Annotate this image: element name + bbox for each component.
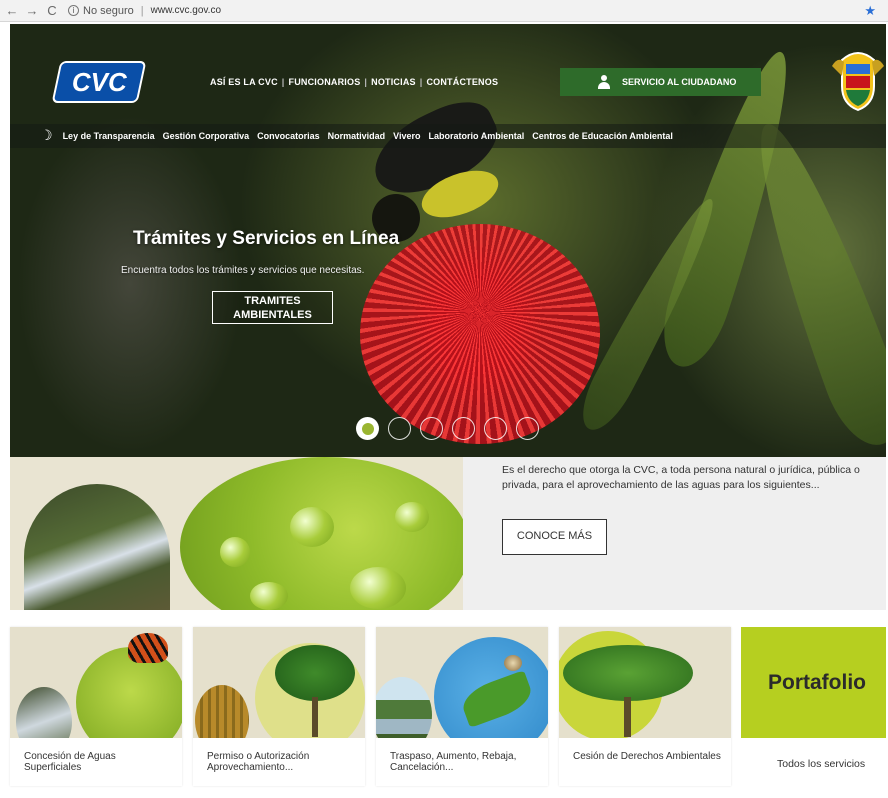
carousel-dot-4[interactable] [452, 417, 475, 440]
logo-text: CVC [71, 66, 127, 97]
hero-button-line2: AMBIENTALES [233, 309, 312, 321]
tree-icon [275, 645, 355, 701]
water-drop [350, 567, 406, 609]
portafolio-banner: Portafolio [741, 627, 886, 738]
services-cards: Concesión de Aguas Superficiales Permiso… [10, 627, 886, 786]
card-image [559, 627, 731, 738]
card-label: Permiso o Autorización Aprovechamiento..… [207, 751, 310, 773]
butterfly-leaf-thumb [76, 647, 182, 738]
hero-banner: CVC ASÍ ES LA CVC | FUNCIONARIOS | NOTIC… [10, 24, 886, 457]
nav-divider: | [281, 77, 285, 87]
card-label: Concesión de Aguas Superficiales [24, 751, 116, 773]
butterfly-icon [128, 633, 168, 663]
feature-image [10, 457, 463, 610]
info-icon[interactable]: i [68, 5, 79, 16]
subnav-normatividad[interactable]: Normatividad [328, 131, 386, 141]
moon-icon[interactable]: ☽ [40, 128, 53, 144]
conoce-mas-button[interactable]: CONOCE MÁS [502, 519, 607, 555]
portafolio-card[interactable]: Portafolio Todos los servicios [741, 627, 886, 786]
nav-contactenos[interactable]: CONTÁCTENOS [426, 77, 498, 87]
waterfall-image [24, 484, 170, 610]
flower-image [360, 224, 600, 444]
carousel-dot-6[interactable] [516, 417, 539, 440]
nav-funcionarios[interactable]: FUNCIONARIOS [289, 77, 361, 87]
water-drop [220, 537, 250, 567]
address-separator: | [140, 4, 144, 17]
todos-los-servicios-link[interactable]: Todos los servicios [777, 758, 865, 770]
tree-icon [563, 645, 693, 701]
portafolio-title: Portafolio [768, 671, 866, 694]
nav-divider: | [364, 77, 368, 87]
forward-button[interactable]: → [24, 3, 40, 18]
url-text[interactable]: www.cvc.gov.co [151, 5, 221, 16]
subnav-ley-transparencia[interactable]: Ley de Transparencia [63, 131, 155, 141]
card-image [193, 627, 365, 738]
tree-trunk [624, 697, 631, 737]
servicio-al-ciudadano-button[interactable]: SERVICIO AL CIUDADANO [560, 68, 761, 96]
browser-toolbar: ← → C i No seguro | www.cvc.gov.co ★ [0, 0, 888, 22]
subnav-centros-educacion[interactable]: Centros de Educación Ambiental [532, 131, 673, 141]
secondary-navigation: ☽ Ley de Transparencia Gestión Corporati… [10, 124, 886, 148]
carousel-dot-2[interactable] [388, 417, 411, 440]
subnav-laboratorio-ambiental[interactable]: Laboratorio Ambiental [429, 131, 525, 141]
card-concesion-aguas[interactable]: Concesión de Aguas Superficiales [10, 627, 182, 786]
servicio-label: SERVICIO AL CIUDADANO [622, 77, 737, 87]
water-drop [250, 582, 288, 610]
hero-button-line1: TRAMITES [244, 295, 301, 307]
feature-description: Es el derecho que otorga la CVC, a toda … [502, 464, 860, 491]
tramites-ambientales-button[interactable]: TRAMITES AMBIENTALES [212, 291, 333, 324]
hero-subtitle: Encuentra todos los trámites y servicios… [121, 265, 365, 276]
subnav-vivero[interactable]: Vivero [393, 131, 420, 141]
card-label: Cesión de Derechos Ambientales [573, 751, 721, 762]
card-image [376, 627, 548, 738]
subnav-convocatorias[interactable]: Convocatorias [257, 131, 320, 141]
tree-trunk [312, 697, 318, 737]
card-cesion-derechos[interactable]: Cesión de Derechos Ambientales [559, 627, 731, 786]
card-traspaso-aumento[interactable]: Traspaso, Aumento, Rebaja, Cancelación..… [376, 627, 548, 786]
card-label: Traspaso, Aumento, Rebaja, Cancelación..… [390, 751, 517, 773]
carousel-dot-5[interactable] [484, 417, 507, 440]
feature-section: Es el derecho que otorga la CVC, a toda … [10, 457, 886, 610]
back-button[interactable]: ← [4, 3, 20, 18]
nav-noticias[interactable]: NOTICIAS [371, 77, 416, 87]
cvc-logo[interactable]: CVC [51, 61, 147, 103]
bamboo-thumb [195, 685, 249, 738]
card-image [10, 627, 182, 738]
user-icon [598, 75, 610, 89]
snail-icon [504, 655, 522, 671]
hero-title: Trámites y Servicios en Línea [133, 228, 400, 249]
waterfall-thumb [16, 687, 72, 738]
carousel-dot-3[interactable] [420, 417, 443, 440]
carousel-indicators [356, 417, 539, 440]
water-drop [395, 502, 429, 532]
subnav-gestion-corporativa[interactable]: Gestión Corporativa [163, 131, 250, 141]
top-navigation: ASÍ ES LA CVC | FUNCIONARIOS | NOTICIAS … [210, 77, 498, 87]
reload-button[interactable]: C [44, 3, 60, 18]
address-bar[interactable]: i No seguro | www.cvc.gov.co [68, 5, 221, 17]
nav-divider: | [419, 77, 423, 87]
water-drops-image [180, 457, 463, 610]
nav-asi-es-la-cvc[interactable]: ASÍ ES LA CVC [210, 77, 278, 87]
water-drop [290, 507, 334, 547]
security-label: No seguro [83, 4, 134, 17]
bookmark-star-icon[interactable]: ★ [864, 3, 876, 19]
carousel-dot-1[interactable] [356, 417, 379, 440]
colombia-coat-of-arms-icon [832, 52, 884, 112]
river-thumb [376, 677, 432, 738]
card-permiso-aprovechamiento[interactable]: Permiso o Autorización Aprovechamiento..… [193, 627, 365, 786]
